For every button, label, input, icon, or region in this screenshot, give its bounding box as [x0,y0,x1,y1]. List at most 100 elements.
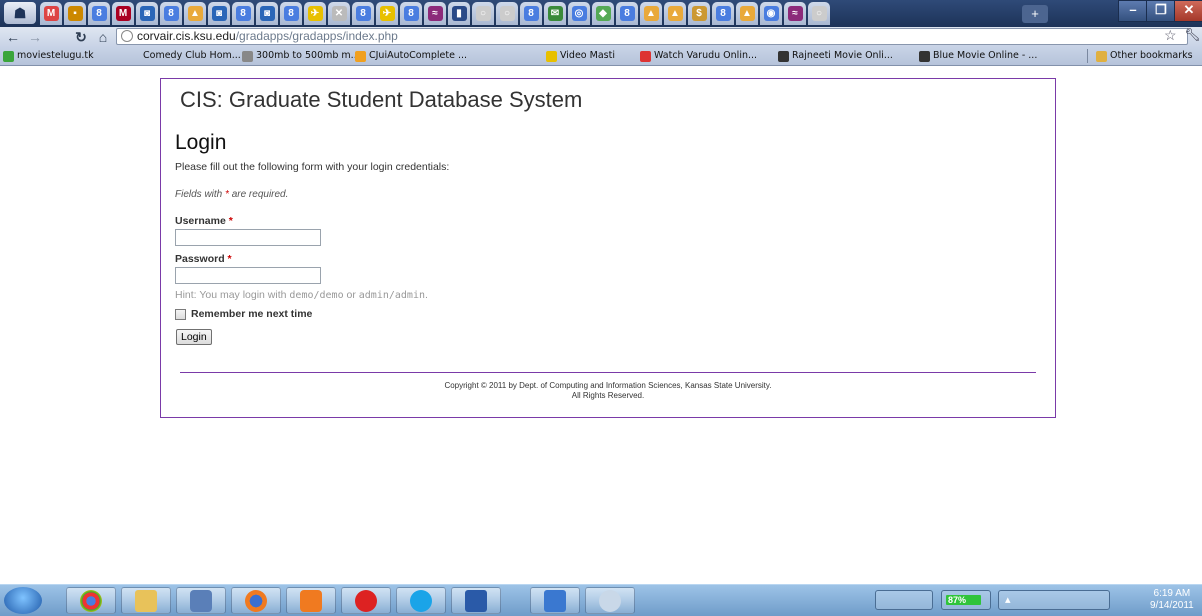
bookmark-favicon-icon [546,50,557,62]
tab[interactable]: ≈ [784,2,806,25]
tab[interactable]: ✕ [328,2,350,25]
tab[interactable]: ▲ [184,2,206,25]
tab[interactable]: 8 [280,2,302,25]
back-button[interactable]: ← [4,28,22,46]
folder-icon [1096,50,1107,62]
other-bookmarks[interactable]: Other bookmarks [1096,49,1193,63]
bookmarks-bar: moviestelugu.tk Comedy Club Hom... 300mb… [0,47,1202,66]
username-input[interactable] [175,229,321,246]
tab[interactable]: 8 [160,2,182,25]
minimize-button[interactable]: – [1118,0,1148,22]
tab[interactable]: ◙ [256,2,278,25]
bookmark-item[interactable]: Blue Movie Online - ... [919,49,1037,63]
tab[interactable]: ○ [808,2,830,25]
bookmark-item[interactable]: Video Masti [546,49,615,63]
tab[interactable]: M [40,2,62,25]
google-icon: 8 [283,6,299,21]
tab[interactable]: ✈ [304,2,326,25]
clock[interactable]: 6:19 AM 9/14/2011 [1150,588,1194,612]
tab[interactable]: ○ [496,2,518,25]
tab[interactable]: 8 [352,2,374,25]
remember-me-row[interactable]: Remember me next time [175,308,312,320]
tab-list: M ▪ 8 M ◙ 8 ▲ ◙ 8 ◙ 8 ✈ ✕ 8 ✈ 8 ≈ ▮ ○ ○ … [40,2,832,27]
page-container: CIS: Graduate Student Database System Lo… [160,78,1056,418]
bookmark-item[interactable]: Rajneeti Movie Onli... [778,49,893,63]
virtualbox-taskbar-button[interactable] [176,587,226,614]
forward-button[interactable]: → [26,28,44,46]
notes-taskbar-button[interactable] [530,587,580,614]
chrome-taskbar-button[interactable] [66,587,116,614]
tab[interactable]: ◙ [208,2,230,25]
hint-admin-credentials: admin/admin [358,290,425,301]
bird-icon: ✈ [379,6,395,21]
tab[interactable]: ◙ [136,2,158,25]
bookmark-favicon-icon [3,50,14,62]
tab[interactable]: 8 [400,2,422,25]
tab[interactable]: M [112,2,134,25]
restore-button[interactable]: ❐ [1146,0,1176,22]
bookmark-item[interactable]: Comedy Club Hom... [143,49,241,63]
password-input[interactable] [175,267,321,284]
tab[interactable]: ▪ [64,2,86,25]
bookmark-star-icon[interactable]: ☆ [1164,27,1177,44]
tray-expand-icon[interactable]: ▴ [1005,593,1011,606]
bookmark-item[interactable]: 300mb to 500mb m... [242,49,360,63]
tab[interactable]: 8 [520,2,542,25]
spy-icon[interactable]: ☗ [4,2,36,24]
paint-icon [599,589,621,612]
bookmark-item[interactable]: moviestelugu.tk [3,49,94,63]
home-icon[interactable]: ⌂ [94,28,112,46]
site-icon: ◆ [595,6,611,21]
tab[interactable]: 8 [232,2,254,25]
bookmark-favicon-icon [242,50,253,62]
remember-me-label[interactable]: Remember me next time [191,308,312,320]
reload-icon[interactable]: ↻ [72,28,90,46]
media-taskbar-button[interactable] [286,587,336,614]
bookmark-item[interactable]: CJuiAutoComplete ... [355,49,467,63]
tab[interactable]: ○ [472,2,494,25]
google-icon: 8 [403,6,419,21]
tab[interactable]: ◆ [592,2,614,25]
google-icon: 8 [235,6,251,21]
bookmark-item[interactable]: Watch Varudu Onlin... [640,49,757,63]
tab[interactable]: 8 [616,2,638,25]
network-signal-icon[interactable] [875,590,933,610]
site-icon: ≈ [427,6,443,21]
close-window-button[interactable]: ✕ [1174,0,1202,22]
tab[interactable]: 8 [712,2,734,25]
system-tray-icons[interactable]: ▴ [998,590,1110,610]
footer-divider [180,372,1036,373]
word-taskbar-button[interactable] [451,587,501,614]
start-button[interactable] [4,587,42,614]
bookmark-label: Watch Varudu Onlin... [654,50,758,61]
required-star: * [228,215,233,227]
site-icon: ✉ [547,6,563,21]
new-tab-button[interactable]: + [1022,5,1048,23]
paint-taskbar-button[interactable] [585,587,635,614]
tab[interactable]: 8 [88,2,110,25]
skype-taskbar-button[interactable] [396,587,446,614]
password-label: Password * [175,253,232,265]
address-bar[interactable]: corvair.cis.ksu.edu/gradapps/gradapps/in… [116,28,1188,45]
google-icon: 8 [163,6,179,21]
app-taskbar-button[interactable] [341,587,391,614]
bookmark-favicon-icon [919,50,930,62]
tab[interactable]: ◎ [568,2,590,25]
explorer-taskbar-button[interactable] [121,587,171,614]
remember-me-checkbox[interactable] [175,308,186,320]
tab[interactable]: ◉ [760,2,782,25]
bookmark-label: Rajneeti Movie Onli... [792,50,893,61]
battery-indicator[interactable]: 87% [941,590,991,610]
tab[interactable]: ▲ [736,2,758,25]
tab[interactable]: $ [688,2,710,25]
wrench-icon[interactable]: 🔧︎ [1184,27,1201,43]
login-button[interactable]: Login [176,329,212,345]
tab[interactable]: ▲ [640,2,662,25]
tab[interactable]: ≈ [424,2,446,25]
tab[interactable]: ▮ [448,2,470,25]
tab[interactable]: ✈ [376,2,398,25]
tab[interactable]: ▲ [664,2,686,25]
tab[interactable]: ✉ [544,2,566,25]
globe-icon: ○ [811,6,827,21]
firefox-taskbar-button[interactable] [231,587,281,614]
